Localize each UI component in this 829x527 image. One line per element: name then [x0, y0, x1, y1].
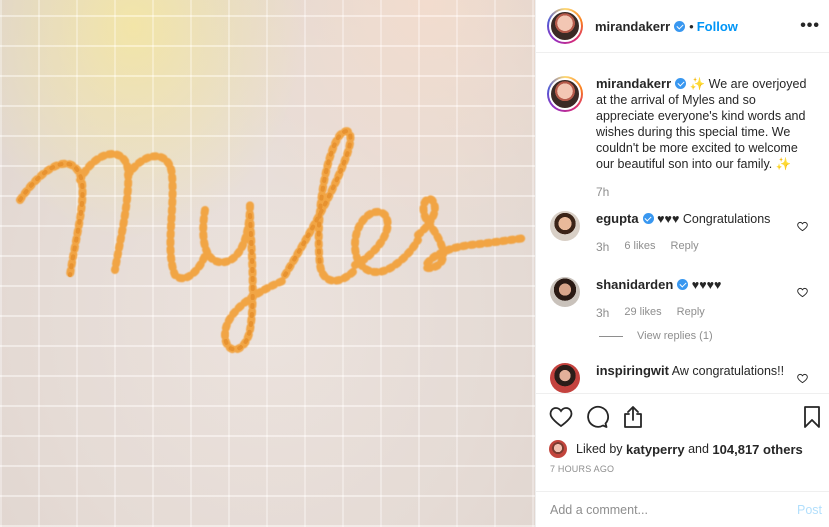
commenter-avatar[interactable]	[550, 363, 580, 393]
liker-avatar[interactable]	[549, 440, 567, 458]
add-comment-bar: Add a comment... Post	[536, 491, 829, 527]
comment-meta: 3h 6 likes Reply	[596, 240, 801, 254]
reply-button[interactable]: Reply	[677, 306, 705, 320]
comment-input[interactable]: Add a comment...	[550, 503, 648, 517]
heart-icon[interactable]	[549, 405, 573, 429]
comment-time[interactable]: 3h	[596, 240, 609, 254]
author-username[interactable]: mirandakerr	[595, 19, 670, 34]
caption-time[interactable]: 7h	[596, 184, 811, 200]
post-header: mirandakerr • Follow •••	[536, 0, 829, 53]
commenter-avatar[interactable]	[550, 277, 580, 307]
verified-badge-icon	[675, 78, 687, 89]
instagram-post: mirandakerr • Follow ••• mirandakerr ✨ W…	[0, 0, 829, 527]
reply-button[interactable]: Reply	[671, 240, 699, 254]
comment-username[interactable]: shanidarden	[596, 277, 673, 292]
view-replies-label: View replies (1)	[637, 330, 713, 342]
comment-likes[interactable]: 29 likes	[624, 306, 661, 320]
caption-username[interactable]: mirandakerr	[596, 76, 671, 91]
comment-body: egupta ♥♥♥ Congratulations 3h 6 likes Re…	[596, 211, 801, 254]
likes-middle: and	[688, 442, 709, 456]
caption-body: mirandakerr ✨ We are overjoyed at the ar…	[596, 76, 811, 200]
likes-others[interactable]: 104,817 others	[712, 442, 802, 457]
caption-text: ✨ We are overjoyed at the arrival of Myl…	[596, 77, 807, 171]
comment-body: inspiringwit Aw congratulations!!	[596, 363, 801, 393]
follow-button[interactable]: Follow	[697, 19, 738, 34]
comment-heart-icon[interactable]	[797, 221, 808, 232]
comment-item: shanidarden ♥♥♥♥ 3h 29 likes Reply	[550, 277, 801, 320]
author-avatar[interactable]	[547, 8, 583, 44]
comment-heart-icon[interactable]	[797, 287, 808, 298]
comment-text: ♥♥♥♥	[691, 278, 722, 292]
comment-text: Aw congratulations!!	[671, 364, 785, 378]
more-options-icon[interactable]: •••	[800, 17, 820, 35]
post-actions: Liked by katyperry and 104,817 others 7 …	[536, 393, 829, 503]
comment-item: egupta ♥♥♥ Congratulations 3h 6 likes Re…	[550, 211, 801, 254]
verified-badge-icon	[674, 20, 686, 32]
liker-username[interactable]: katyperry	[626, 442, 685, 457]
comment-username[interactable]: inspiringwit	[596, 363, 669, 378]
post-photo[interactable]	[0, 0, 535, 527]
comment-meta: 3h 29 likes Reply	[596, 306, 801, 320]
post-caption: mirandakerr ✨ We are overjoyed at the ar…	[547, 76, 811, 200]
view-replies-button[interactable]: View replies (1)	[599, 330, 713, 342]
comment-item: inspiringwit Aw congratulations!!	[550, 363, 801, 393]
comments-section[interactable]: mirandakerr ✨ We are overjoyed at the ar…	[536, 54, 829, 393]
author-info: mirandakerr • Follow	[595, 19, 738, 34]
bookmark-icon[interactable]	[800, 405, 824, 429]
comment-text: ♥♥♥ Congratulations	[657, 212, 771, 226]
post-comment-button[interactable]: Post	[797, 503, 822, 517]
post-side-panel: mirandakerr • Follow ••• mirandakerr ✨ W…	[535, 0, 829, 527]
comment-time[interactable]: 3h	[596, 306, 609, 320]
embroidered-myles-text	[16, 127, 529, 354]
caption-author-avatar[interactable]	[547, 76, 583, 112]
post-timestamp[interactable]: 7 HOURS AGO	[550, 464, 614, 474]
comment-body: shanidarden ♥♥♥♥ 3h 29 likes Reply	[596, 277, 801, 320]
share-icon[interactable]	[621, 405, 645, 429]
comment-heart-icon[interactable]	[797, 373, 808, 384]
comment-icon[interactable]	[585, 405, 609, 429]
separator-dot: •	[689, 18, 694, 34]
likes-summary: Liked by katyperry and 104,817 others	[549, 440, 803, 458]
comment-username[interactable]: egupta	[596, 211, 639, 226]
comment-likes[interactable]: 6 likes	[624, 240, 655, 254]
verified-badge-icon	[677, 279, 689, 290]
likes-prefix: Liked by	[576, 442, 623, 456]
verified-badge-icon	[642, 213, 654, 224]
replies-divider	[599, 335, 623, 337]
commenter-avatar[interactable]	[550, 211, 580, 241]
